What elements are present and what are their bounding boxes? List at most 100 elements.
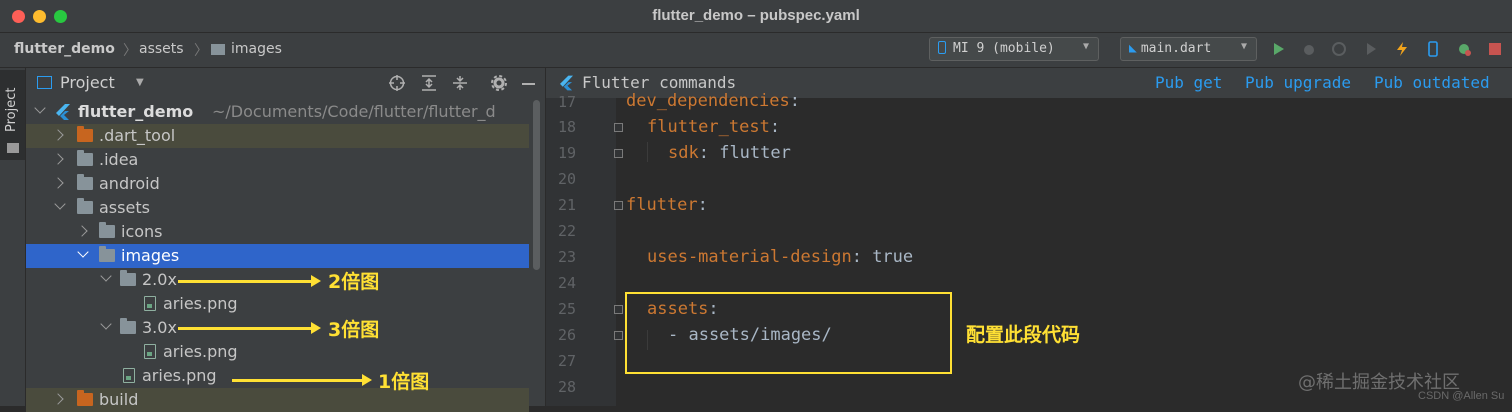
window-title: flutter_demo – pubspec.yaml — [652, 7, 860, 24]
hot-reload-icon[interactable] — [1394, 41, 1410, 57]
annotation-config: 配置此段代码 — [966, 324, 1081, 346]
fold-marker-icon[interactable] — [614, 123, 623, 132]
chevron-right-icon[interactable] — [76, 225, 88, 237]
line-number: 17 — [557, 93, 576, 111]
tree-item-label: 2.0x — [142, 270, 177, 289]
tree-item-build[interactable]: build — [26, 388, 529, 412]
chevron-down-icon[interactable]: ▼ — [136, 77, 144, 88]
yaml-value: true — [872, 247, 914, 267]
chevron-down-icon[interactable] — [100, 270, 112, 282]
breadcrumb-separator: 〉 — [123, 43, 137, 59]
breadcrumb-item-assets[interactable]: assets — [139, 41, 184, 57]
tree-item-aries-3x[interactable]: aries.png — [26, 340, 529, 364]
chevron-right-icon[interactable] — [52, 177, 64, 189]
folder-icon — [99, 246, 115, 262]
tree-item-label: aries.png — [163, 294, 238, 313]
tree-item-label: .idea — [99, 150, 139, 169]
code-line-17: dev_dependencies: — [626, 91, 800, 111]
fold-marker-icon[interactable] — [614, 331, 623, 340]
tree-item-label: flutter_demo — [78, 102, 194, 121]
expand-all-icon[interactable] — [420, 74, 438, 92]
gear-icon[interactable] — [490, 74, 508, 92]
tree-item-android[interactable]: android — [26, 172, 529, 196]
tree-item-aries-2x[interactable]: aries.png — [26, 292, 529, 316]
tree-item-images[interactable]: images — [26, 244, 529, 268]
locate-icon[interactable] — [388, 74, 406, 92]
chevron-right-icon[interactable] — [52, 129, 64, 141]
chevron-right-icon[interactable] — [52, 153, 64, 165]
chevron-right-icon[interactable] — [52, 393, 64, 405]
device-label: MI 9 (mobile) — [953, 41, 1055, 56]
scrollbar-thumb[interactable] — [533, 100, 540, 270]
project-scrollbar[interactable] — [531, 98, 541, 406]
yaml-key: sdk — [668, 143, 699, 163]
chevron-down-icon: ▼ — [1240, 41, 1247, 52]
chevron-down-icon: ▼ — [1082, 41, 1089, 52]
device-manager-icon[interactable] — [1425, 41, 1441, 57]
tree-item-dart-tool[interactable]: .dart_tool — [26, 124, 529, 148]
debug-icon[interactable] — [1301, 41, 1317, 57]
tree-item-idea[interactable]: .idea — [26, 148, 529, 172]
folder-icon — [77, 174, 93, 190]
chevron-down-icon[interactable] — [54, 198, 66, 210]
line-number: 28 — [557, 378, 576, 396]
code-editor[interactable]: 17 18 19 20 21 22 23 24 25 26 27 28 dev_… — [546, 91, 1512, 406]
line-number: 19 — [557, 144, 576, 162]
collapse-all-icon[interactable] — [451, 74, 469, 92]
tree-item-label: 3.0x — [142, 318, 177, 337]
line-number: 18 — [557, 118, 576, 136]
tree-item-label: aries.png — [142, 366, 217, 385]
yaml-separator: : — [769, 117, 781, 137]
indent-guide — [647, 142, 648, 162]
pub-get-link[interactable]: Pub get — [1155, 73, 1222, 92]
tree-item-aries-1x[interactable]: aries.png — [26, 364, 529, 388]
phone-icon — [938, 41, 946, 54]
attach-icon[interactable] — [1363, 41, 1379, 57]
line-number: 23 — [557, 248, 576, 266]
dart-icon: ◣ — [1129, 41, 1137, 56]
folder-icon — [211, 44, 225, 55]
profile-icon[interactable] — [1331, 41, 1347, 57]
run-icon[interactable] — [1271, 41, 1287, 57]
tree-item-assets[interactable]: assets — [26, 196, 529, 220]
device-selector[interactable]: MI 9 (mobile) ▼ — [929, 37, 1099, 61]
tree-item-project-root[interactable]: flutter_demo ~/Documents/Code/flutter/fl… — [26, 100, 529, 124]
annotation-arrow — [178, 275, 321, 287]
stop-icon[interactable] — [1487, 41, 1503, 57]
yaml-key: flutter — [626, 195, 698, 215]
image-file-icon — [144, 296, 156, 311]
annotation-3x: 3倍图 — [328, 319, 380, 341]
project-view-icon — [37, 76, 52, 89]
flutter-icon — [56, 104, 70, 120]
run-config-selector[interactable]: ◣ main.dart ▼ — [1120, 37, 1257, 61]
line-number: 21 — [557, 196, 576, 214]
project-path: ~/Documents/Code/flutter/flutter_d — [212, 102, 496, 121]
chevron-down-icon[interactable] — [34, 102, 46, 114]
minimize-icon[interactable] — [522, 83, 535, 85]
chevron-down-icon[interactable] — [77, 246, 89, 258]
tree-item-label: assets — [99, 198, 150, 217]
pub-outdated-link[interactable]: Pub outdated — [1374, 73, 1490, 92]
flutter-inspector-icon[interactable] — [1456, 41, 1472, 57]
breadcrumb-item-images[interactable]: images — [231, 41, 282, 57]
watermark-text: CSDN @Allen Su — [1418, 390, 1505, 402]
fold-marker-icon[interactable] — [614, 149, 623, 158]
tree-item-label: build — [99, 390, 139, 409]
fold-marker-icon[interactable] — [614, 305, 623, 314]
yaml-key: dev_dependencies — [626, 91, 790, 111]
image-file-icon — [144, 344, 156, 359]
yaml-key: uses-material-design — [647, 247, 852, 267]
fold-marker-icon[interactable] — [614, 201, 623, 210]
line-number: 20 — [557, 170, 576, 188]
annotation-2x: 2倍图 — [328, 271, 380, 293]
yaml-separator: : — [697, 195, 708, 215]
tree-item-icons[interactable]: icons — [26, 220, 529, 244]
folder-icon — [7, 143, 19, 153]
yaml-key: flutter_test — [647, 117, 770, 137]
line-number: 24 — [557, 274, 576, 292]
pub-upgrade-link[interactable]: Pub upgrade — [1245, 73, 1351, 92]
breadcrumb-item-project[interactable]: flutter_demo — [14, 41, 115, 57]
chevron-down-icon[interactable] — [100, 318, 112, 330]
project-view-title[interactable]: Project — [60, 73, 115, 92]
highlight-box — [625, 292, 952, 374]
